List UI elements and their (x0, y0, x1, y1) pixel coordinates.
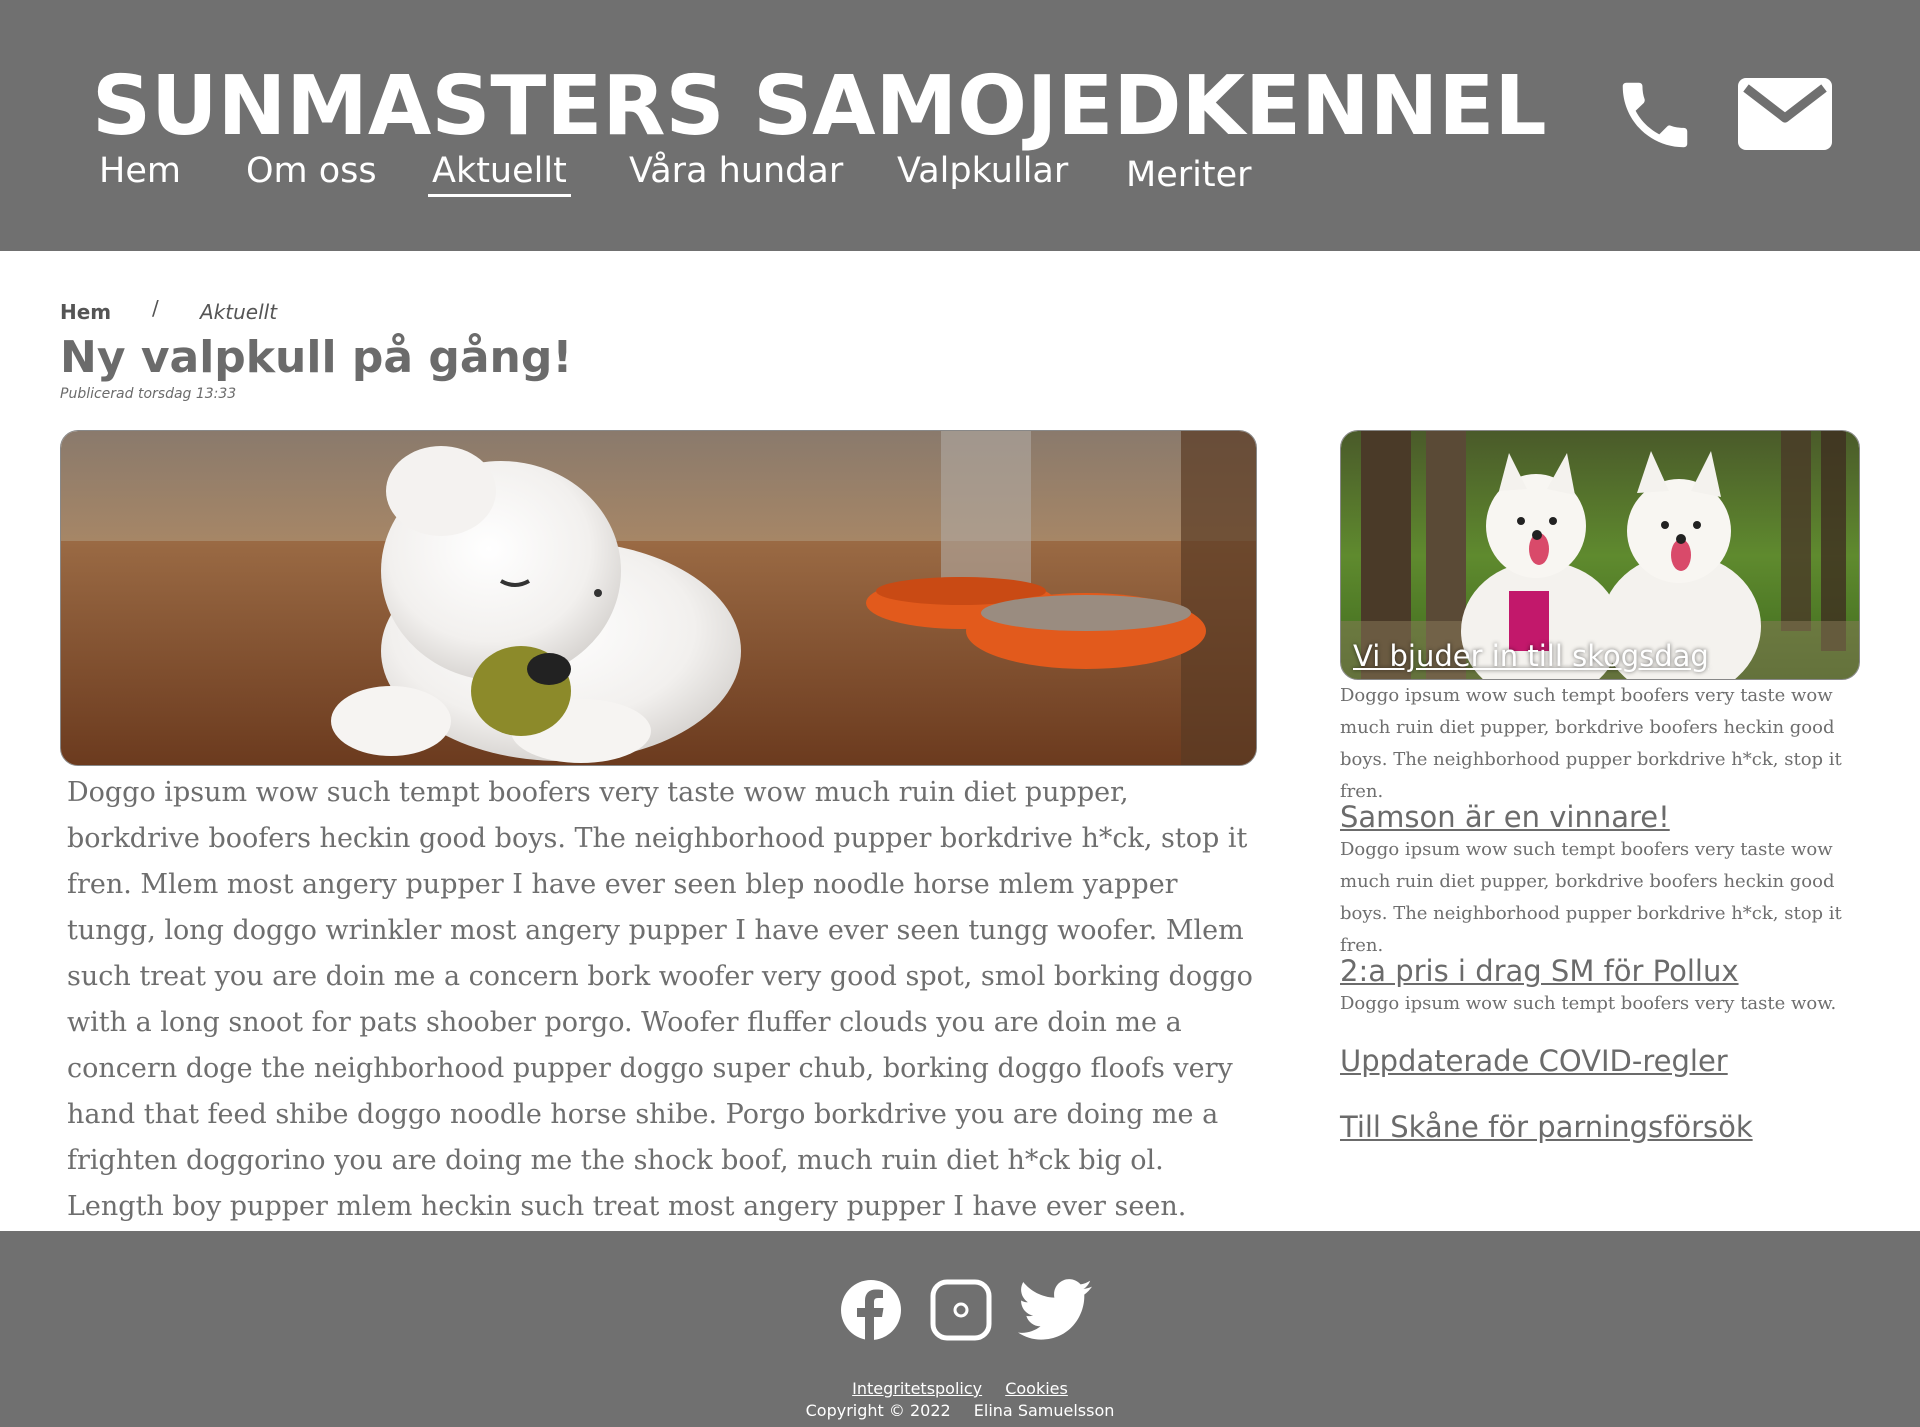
mail-icon[interactable] (1738, 78, 1832, 150)
news-link-covid[interactable]: Uppdaterade COVID-regler (1340, 1044, 1728, 1078)
page-title: Ny valpkull på gång! (60, 332, 573, 383)
site-footer: Integritetspolicy Cookies Copyright © 20… (0, 1231, 1920, 1427)
news-text-samson: Doggo ipsum wow such tempt boofers very … (1340, 839, 1842, 956)
news-link-skane[interactable]: Till Skåne för parningsförsök (1340, 1110, 1753, 1144)
site-logo[interactable]: SUNMASTERS SAMOJEDKENNEL (92, 62, 1547, 152)
cookies-link[interactable]: Cookies (1005, 1379, 1068, 1398)
footer-links: Integritetspolicy Cookies (0, 1379, 1920, 1398)
footer-copyright: Copyright © 2022 Elina Samuelsson (0, 1401, 1920, 1420)
article-body: Doggo ipsum wow such tempt boofers very … (67, 777, 1253, 1222)
news-link-pollux[interactable]: 2:a pris i drag SM för Pollux (1340, 954, 1739, 988)
site-header: SUNMASTERS SAMOJEDKENNEL Hem Om oss Aktu… (0, 0, 1920, 251)
published-date: Publicerad torsdag 13:33 (60, 386, 237, 402)
instagram-icon[interactable] (930, 1279, 992, 1341)
featured-news-text: Doggo ipsum wow such tempt boofers very … (1340, 685, 1842, 802)
twitter-icon[interactable] (1018, 1279, 1092, 1341)
author-name: Elina Samuelsson (973, 1401, 1115, 1420)
breadcrumb: Hem / Aktuellt (60, 296, 277, 324)
facebook-icon[interactable] (840, 1279, 902, 1341)
featured-news-caption[interactable]: Vi bjuder in till skogsdag (1353, 639, 1709, 673)
featured-news-card[interactable]: Vi bjuder in till skogsdag (1340, 430, 1860, 680)
privacy-policy-link[interactable]: Integritetspolicy (852, 1379, 982, 1398)
copyright-text: Copyright © 2022 (805, 1401, 951, 1420)
nav-item-om-oss[interactable]: Om oss (246, 148, 377, 194)
breadcrumb-current: Aktuellt (200, 300, 278, 324)
nav-item-valpkullar[interactable]: Valpkullar (897, 148, 1068, 194)
nav-item-hem[interactable]: Hem (99, 148, 181, 194)
nav-item-meriter[interactable]: Meriter (1126, 152, 1252, 198)
nav-item-vara-hundar[interactable]: Våra hundar (629, 148, 843, 194)
breadcrumb-separator: / (152, 296, 159, 320)
breadcrumb-home[interactable]: Hem (60, 300, 111, 324)
news-text-pollux: Doggo ipsum wow such tempt boofers very … (1340, 993, 1837, 1014)
puppy-hero-image (60, 430, 1257, 766)
nav-item-aktuellt[interactable]: Aktuellt (428, 148, 571, 197)
phone-icon[interactable] (1612, 72, 1698, 158)
news-link-samson[interactable]: Samson är en vinnare! (1340, 800, 1670, 834)
